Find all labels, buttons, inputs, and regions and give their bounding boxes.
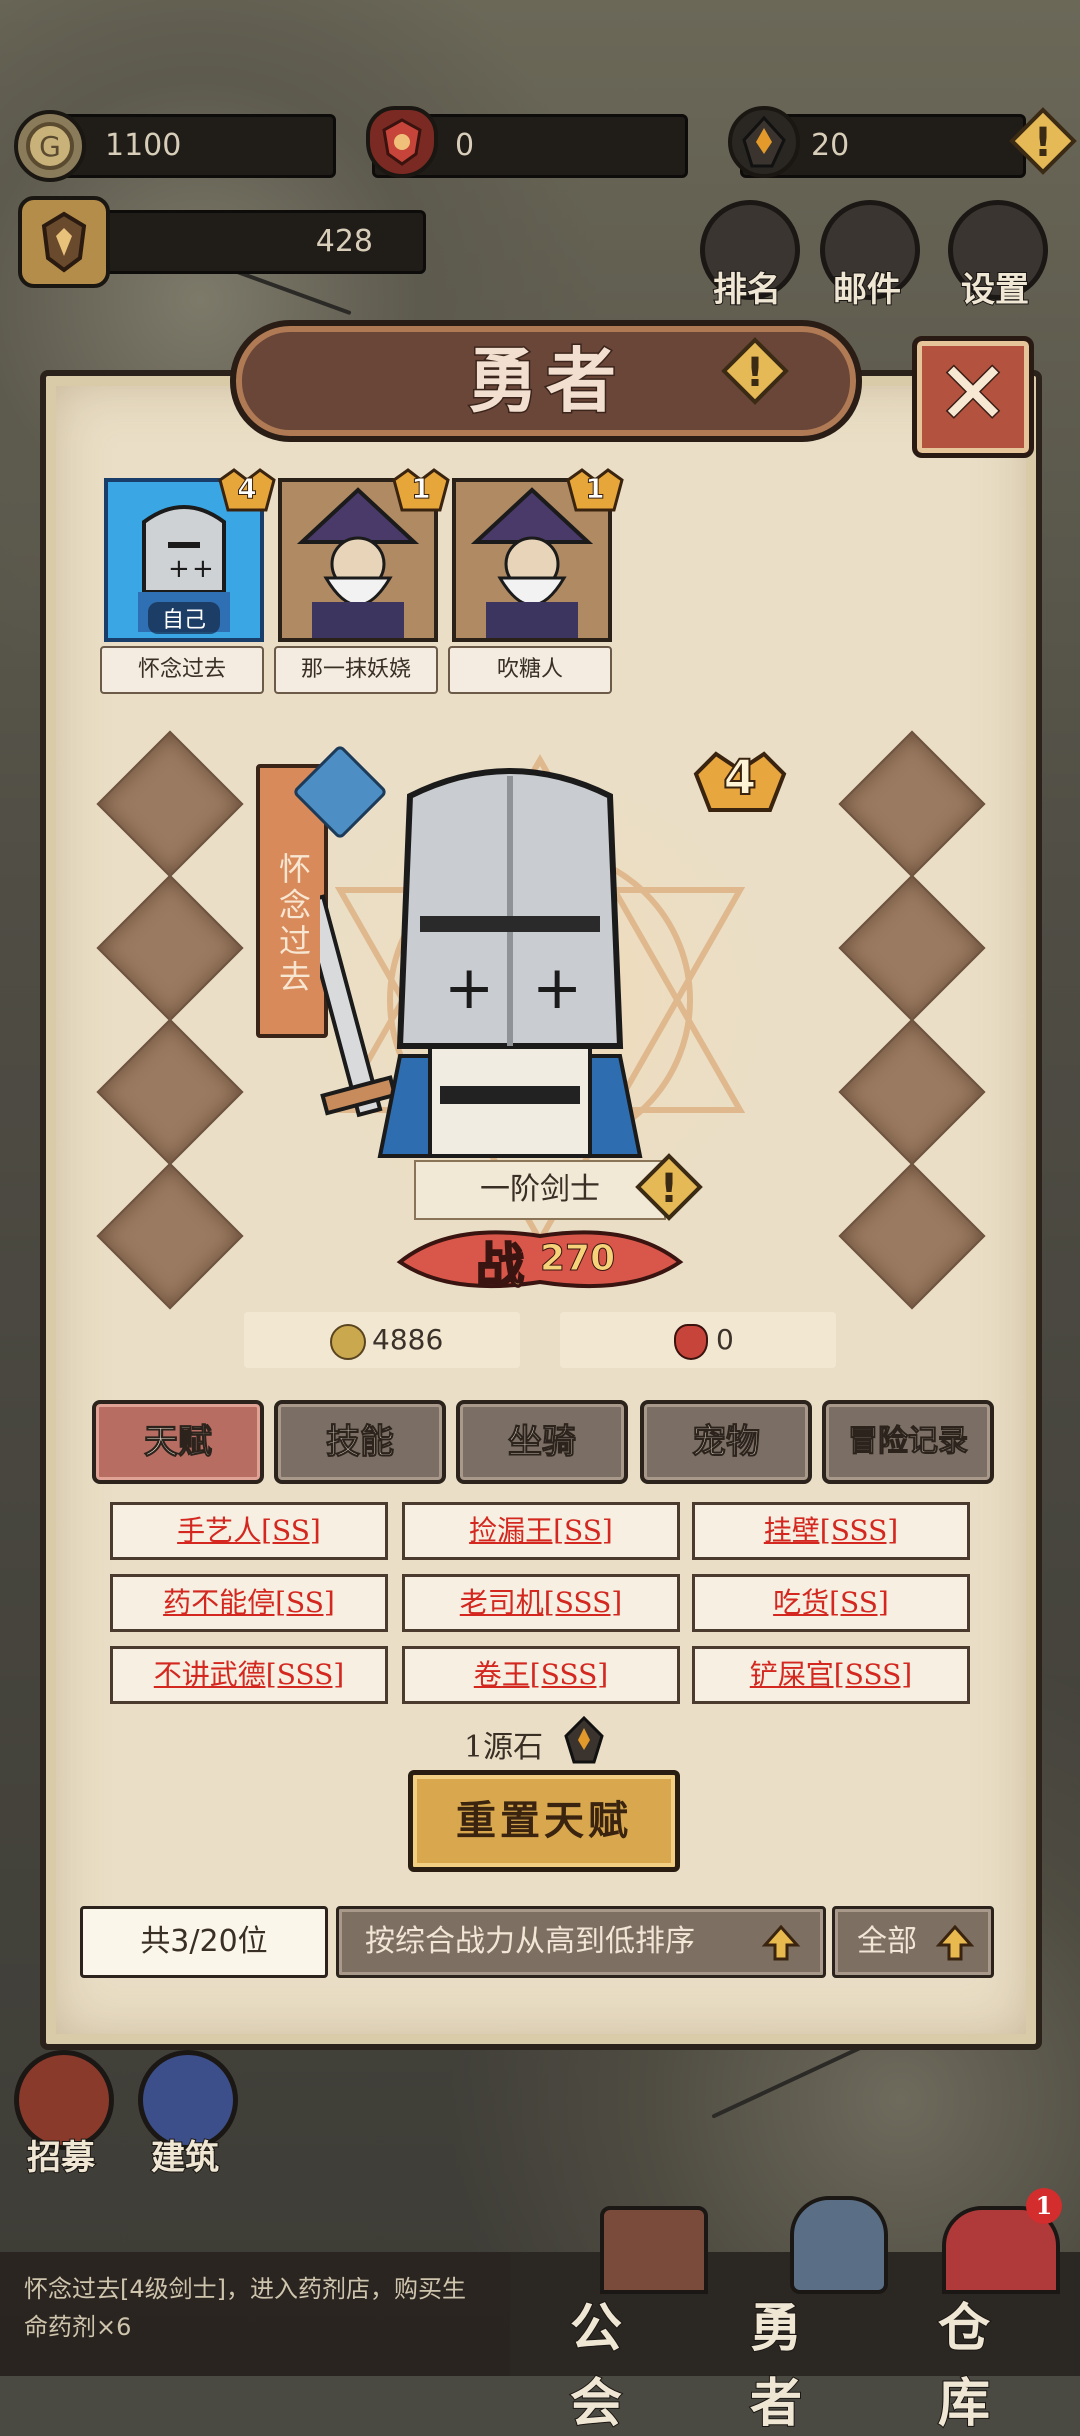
talent-item[interactable]: 铲屎官[SSS] bbox=[692, 1646, 970, 1704]
gold-coin-icon: G bbox=[14, 110, 86, 182]
ranking-button[interactable]: 排名 bbox=[692, 200, 802, 311]
event-log-text: 怀念过去[4级剑士]，进入药剂店，购买生命药剂×6 bbox=[24, 2275, 466, 2341]
rank-value: 1 bbox=[585, 472, 605, 506]
build-label: 建筑 bbox=[150, 2137, 220, 2179]
title-alert-icon[interactable]: ! bbox=[720, 336, 790, 406]
reset-cost: 1源石 bbox=[464, 1722, 543, 1766]
power-value: 428 bbox=[315, 224, 373, 259]
svg-text:G: G bbox=[39, 130, 61, 163]
event-log: 怀念过去[4级剑士]，进入药剂店，购买生命药剂×6 bbox=[0, 2252, 510, 2376]
talent-item[interactable]: 挂壁[SSS] bbox=[692, 1502, 970, 1560]
gold-coin-icon bbox=[330, 1324, 366, 1360]
knight-figure: + + bbox=[320, 768, 643, 1158]
power-bar[interactable]: 428 bbox=[60, 210, 426, 274]
talent-item[interactable]: 手艺人[SS] bbox=[110, 1502, 388, 1560]
talent-item[interactable]: 老司机[SSS] bbox=[402, 1574, 680, 1632]
recruit-label: 招募 bbox=[26, 2137, 96, 2179]
filter-label: 全部 bbox=[857, 1924, 917, 1959]
hero-rank-value: 4 bbox=[722, 749, 757, 807]
source-stone-icon bbox=[728, 106, 800, 178]
combat-power-banner: 战 270 bbox=[390, 1222, 690, 1296]
filter-button[interactable]: 全部 bbox=[832, 1906, 994, 1978]
source-stone-value: 20 bbox=[811, 128, 850, 163]
tab-pet[interactable]: 宠物 bbox=[640, 1400, 812, 1484]
hero-count-label: 共3/20位 bbox=[140, 1924, 268, 1959]
hero-card[interactable]: + + 自己 4 bbox=[104, 468, 276, 642]
class-alert-icon[interactable]: ! bbox=[634, 1152, 704, 1222]
hero-gold-value: 4886 bbox=[372, 1323, 444, 1356]
build-button[interactable]: 建筑 bbox=[130, 2050, 240, 2179]
shield-badge-icon bbox=[366, 106, 438, 178]
hero-count: 共3/20位 bbox=[80, 1906, 328, 1978]
combat-label: 战 bbox=[475, 1237, 525, 1295]
warehouse-badge: 1 bbox=[1026, 2188, 1062, 2224]
self-tag: 自己 bbox=[148, 602, 220, 634]
settings-label: 设置 bbox=[960, 269, 1030, 311]
guild-hall-icon bbox=[600, 2206, 708, 2294]
ranking-label: 排名 bbox=[712, 269, 782, 311]
rank-badge: 1 bbox=[390, 466, 452, 516]
hero-badge-value: 0 bbox=[716, 1323, 734, 1356]
reset-talent-button[interactable]: 重置天赋 bbox=[408, 1770, 680, 1872]
laurel-crest-icon bbox=[18, 196, 110, 288]
hero-name: 那一抹妖娆 bbox=[274, 646, 438, 694]
rank-value: 1 bbox=[411, 472, 431, 506]
hero-badge-box: 0 bbox=[560, 1312, 836, 1368]
svg-text:+: + bbox=[444, 953, 494, 1023]
sort-button[interactable]: 按综合战力从高到低排序 bbox=[336, 1906, 826, 1978]
svg-text:+: + bbox=[532, 953, 582, 1023]
mail-button[interactable]: 邮件 bbox=[812, 200, 922, 311]
badge-value: 0 bbox=[455, 128, 475, 163]
hero-card[interactable]: 1 bbox=[278, 468, 450, 642]
tab-talent[interactable]: 天赋 bbox=[92, 1400, 264, 1484]
svg-text:+: + bbox=[192, 554, 214, 584]
close-button[interactable]: ✕ bbox=[912, 336, 1034, 458]
hero-gold-box: 4886 bbox=[244, 1312, 520, 1368]
reset-cost-label: 1源石 bbox=[464, 1730, 544, 1765]
combat-power-value: 270 bbox=[539, 1238, 616, 1280]
rank-value: 4 bbox=[237, 472, 257, 506]
hero-label: 勇者 bbox=[749, 2297, 803, 2435]
mail-label: 邮件 bbox=[832, 269, 902, 311]
talent-item[interactable]: 捡漏王[SS] bbox=[402, 1502, 680, 1560]
rank-badge: 4 bbox=[216, 466, 278, 516]
talent-item[interactable]: 不讲武德[SSS] bbox=[110, 1646, 388, 1704]
alert-icon[interactable]: ! bbox=[1008, 106, 1078, 176]
source-stone-icon bbox=[562, 1715, 606, 1764]
tab-skill[interactable]: 技能 bbox=[274, 1400, 446, 1484]
helmet-icon bbox=[790, 2196, 888, 2294]
tab-adventure-log[interactable]: 冒险记录 bbox=[822, 1400, 994, 1484]
talent-item[interactable]: 卷王[SSS] bbox=[402, 1646, 680, 1704]
warehouse-label: 仓库 bbox=[937, 2297, 991, 2435]
rank-badge: 1 bbox=[564, 466, 626, 516]
svg-text:!: ! bbox=[660, 1166, 678, 1212]
hero-name: 怀念过去 bbox=[100, 646, 264, 694]
arrow-up-icon bbox=[935, 1921, 975, 1961]
talent-item[interactable]: 药不能停[SS] bbox=[110, 1574, 388, 1632]
hero-name: 吹糖人 bbox=[448, 646, 612, 694]
sort-label: 按综合战力从高到低排序 bbox=[365, 1924, 695, 1959]
hero-card[interactable]: 1 bbox=[452, 468, 624, 642]
svg-text:!: ! bbox=[1034, 120, 1052, 166]
gold-value: 1100 bbox=[105, 128, 182, 163]
shield-badge-icon bbox=[674, 1324, 708, 1360]
svg-text:+: + bbox=[168, 554, 190, 584]
arrow-up-icon bbox=[761, 1921, 801, 1961]
settings-button[interactable]: 设置 bbox=[940, 200, 1050, 311]
recruit-button[interactable]: 招募 bbox=[6, 2050, 116, 2179]
hero-class: 一阶剑士 bbox=[480, 1172, 600, 1207]
hero-class-label: 一阶剑士 bbox=[414, 1160, 666, 1220]
close-icon: ✕ bbox=[935, 343, 1010, 446]
talent-item[interactable]: 吃货[SS] bbox=[692, 1574, 970, 1632]
tab-mount[interactable]: 坐骑 bbox=[456, 1400, 628, 1484]
svg-text:!: ! bbox=[746, 350, 764, 396]
guild-label: 公会 bbox=[569, 2297, 623, 2435]
hero-rank-badge: 4 bbox=[690, 744, 790, 824]
hero-name-vertical: 怀念过去 bbox=[274, 852, 312, 996]
